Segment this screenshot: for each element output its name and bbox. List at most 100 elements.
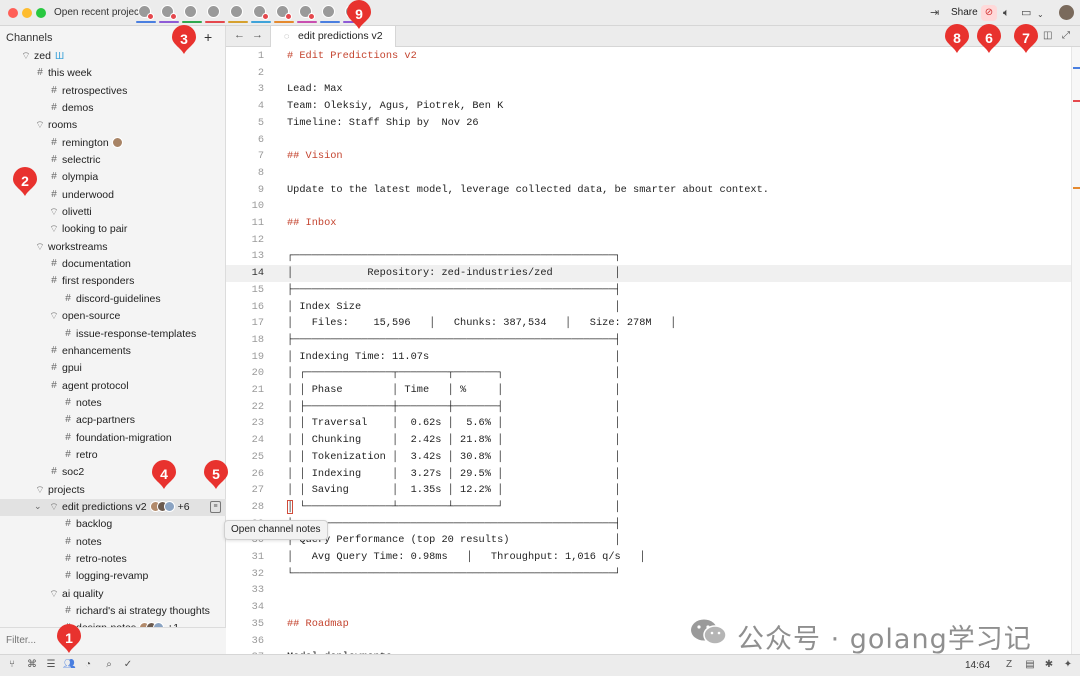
maximize-pane-icon[interactable]: ⤢ — [1062, 30, 1070, 41]
channel-row[interactable]: # foundation-migration — [0, 430, 226, 447]
editor-line[interactable]: 3 Lead: Max — [226, 81, 1071, 98]
speaker-icon[interactable]: 🔈︎ — [1003, 6, 1010, 20]
zoom-window-button[interactable] — [36, 8, 46, 18]
minimize-window-button[interactable] — [22, 8, 32, 18]
channel-row[interactable]: # enhancements — [0, 343, 226, 360]
assistant-icon[interactable]: ✦ — [1062, 659, 1074, 670]
editor-scrollbar[interactable] — [1071, 47, 1080, 654]
editor-line[interactable]: 20 │ ┌──────────────┬────────┬───────┐ │ — [226, 365, 1071, 382]
collaborator-avatar[interactable] — [159, 3, 179, 23]
editor-line[interactable]: 31 │ Avg Query Time: 0.98ms │ Throughput:… — [226, 549, 1071, 566]
cursor-position[interactable]: 14:64 — [965, 660, 990, 671]
project-panel-icon[interactable]: ⌘ — [26, 659, 38, 670]
editor-line[interactable]: 16 │ Index Size │ — [226, 299, 1071, 316]
editor-line[interactable]: 22 │ ├──────────────┼────────┼───────┤ │ — [226, 399, 1071, 416]
editor-line[interactable]: 8 — [226, 165, 1071, 182]
split-pane-icon[interactable]: ◫ — [1043, 30, 1052, 41]
editor-line[interactable]: 6 — [226, 132, 1071, 149]
channel-filter-input[interactable] — [6, 635, 186, 646]
editor-line[interactable]: 9 Update to the latest model, leverage co… — [226, 182, 1071, 199]
editor-line[interactable]: 23 │ │ Traversal │ 0.62s │ 5.6% │ │ — [226, 415, 1071, 432]
channel-row[interactable]: # issue-response-templates — [0, 326, 226, 343]
channel-row[interactable]: # notes — [0, 534, 226, 551]
editor-line[interactable]: 28 │ └──────────────┴────────┴───────┘ │ — [226, 499, 1071, 516]
channel-row[interactable]: ⌄ ⌔ edit predictions v2 +6 ≡ — [0, 498, 226, 517]
close-window-button[interactable] — [8, 8, 18, 18]
language-icon[interactable]: Z — [1003, 659, 1015, 670]
outline-icon[interactable]: ☰ — [45, 659, 57, 670]
collaborator-avatar[interactable] — [205, 3, 225, 23]
notifications-icon[interactable]: ◔ — [82, 659, 94, 670]
channel-row[interactable]: # richard's ai strategy thoughts — [0, 603, 226, 620]
collaborator-avatar[interactable] — [274, 3, 294, 23]
channel-row[interactable]: # acp-partners — [0, 412, 226, 429]
user-avatar[interactable] — [1059, 5, 1074, 20]
diagnostics-check-icon[interactable]: ✓ — [122, 659, 134, 670]
editor-line[interactable]: 24 │ │ Chunking │ 2.42s │ 21.8% │ │ — [226, 432, 1071, 449]
channel-row[interactable]: # backlog — [0, 516, 226, 533]
forward-arrow-icon[interactable]: → — [252, 29, 263, 41]
editor-line[interactable]: 26 │ │ Indexing │ 3.27s │ 29.5% │ │ — [226, 466, 1071, 483]
editor-line[interactable]: 11 ## Inbox — [226, 215, 1071, 232]
editor-line[interactable]: 15 ├─────────────────────────────────────… — [226, 282, 1071, 299]
channel-row[interactable]: # gpui — [0, 360, 226, 377]
channel-notes-icon[interactable]: ≡ — [210, 500, 221, 513]
editor-line[interactable]: 12 — [226, 232, 1071, 249]
back-arrow-icon[interactable]: ← — [234, 29, 245, 41]
channel-row[interactable]: # first responders — [0, 273, 226, 290]
editor-line[interactable]: 14 │ Repository: zed-industries/zed │ — [226, 265, 1071, 282]
channel-row[interactable]: ⌔ looking to pair — [0, 221, 226, 238]
channel-row[interactable]: ⌔ open-source — [0, 308, 226, 325]
editor-line[interactable]: 30 │ Query Performance (top 20 results) │ — [226, 532, 1071, 549]
collaboration-panel-icon[interactable]: 👥︎ — [63, 659, 76, 670]
channel-row[interactable]: # agent protocol — [0, 378, 226, 395]
editor-line[interactable]: 27 │ │ Saving │ 1.35s │ 12.2% │ │ — [226, 482, 1071, 499]
editor-line[interactable]: 21 │ │ Phase │ Time │ % │ │ — [226, 382, 1071, 399]
channel-row[interactable]: # retro — [0, 447, 226, 464]
collaborator-avatar[interactable] — [228, 3, 248, 23]
leave-call-icon[interactable]: ⇥ — [930, 6, 939, 20]
collaborator-avatar[interactable] — [182, 3, 202, 23]
channel-row[interactable]: ⌔ workstreams — [0, 239, 226, 256]
editor-line[interactable]: 17 │ Files: 15,596 │ Chunks: 387,534 │ Si… — [226, 315, 1071, 332]
editor-line[interactable]: 32 └─────────────────────────────────────… — [226, 566, 1071, 583]
open-recent-project-button[interactable]: Open recent project — [54, 7, 142, 18]
channel-row[interactable]: # notes — [0, 395, 226, 412]
panel-toggle-icon[interactable]: ▤ — [1024, 659, 1036, 670]
channel-row[interactable]: # soc2 — [0, 464, 226, 481]
editor-line[interactable]: 10 — [226, 198, 1071, 215]
channel-row[interactable]: # discord-guidelines — [0, 291, 226, 308]
debug-icon[interactable]: ✱ — [1043, 659, 1055, 670]
channel-row[interactable]: ⌔ olivetti — [0, 204, 226, 221]
mute-microphone-icon[interactable]: ⊘ — [981, 5, 997, 21]
editor-line[interactable]: 7 ## Vision — [226, 148, 1071, 165]
share-button[interactable]: Share — [951, 7, 978, 18]
editor-line[interactable]: 19 │ Indexing Time: 11.07s │ — [226, 349, 1071, 366]
chevron-down-icon[interactable]: ⌄ — [34, 501, 42, 512]
editor-line[interactable]: 2 — [226, 65, 1071, 82]
channel-row[interactable]: # this week — [0, 65, 226, 82]
channel-row[interactable]: # demos — [0, 100, 226, 117]
add-channel-icon[interactable]: + — [204, 29, 212, 45]
editor-line[interactable]: 4 Team: Oleksiy, Agus, Piotrek, Ben K — [226, 98, 1071, 115]
channel-row[interactable]: ⌔ projects — [0, 482, 226, 499]
channel-row[interactable]: ⌔ rooms — [0, 117, 226, 134]
editor-line[interactable]: 25 │ │ Tokenization │ 3.42s │ 30.8% │ │ — [226, 449, 1071, 466]
screen-share-icon[interactable]: ▭ — [1021, 6, 1031, 20]
editor-line[interactable]: 29├─────────────────────────────────────… — [226, 516, 1071, 533]
notes-editor[interactable]: 1 # Edit Predictions v2 2 3 Lead: Max 4 Team: … — [226, 47, 1071, 654]
collaborator-avatar[interactable] — [297, 3, 317, 23]
search-icon[interactable]: ⌕ — [103, 659, 115, 670]
channel-row[interactable]: # remington — [0, 135, 226, 152]
editor-line[interactable]: 33 — [226, 582, 1071, 599]
collaborator-avatar[interactable] — [136, 3, 156, 23]
tab-edit-predictions[interactable]: ◌ edit predictions v2 — [270, 26, 396, 47]
channel-row[interactable]: # documentation — [0, 256, 226, 273]
channel-row[interactable]: # retrospectives — [0, 83, 226, 100]
editor-line[interactable]: 13 ┌─────────────────────────────────────… — [226, 248, 1071, 265]
collaborator-avatar[interactable] — [320, 3, 340, 23]
collaborator-avatar[interactable] — [251, 3, 271, 23]
chevron-down-icon[interactable]: ⌄ — [1037, 8, 1044, 22]
editor-line[interactable]: 34 — [226, 599, 1071, 616]
git-branch-icon[interactable]: ⑂ — [6, 659, 18, 670]
